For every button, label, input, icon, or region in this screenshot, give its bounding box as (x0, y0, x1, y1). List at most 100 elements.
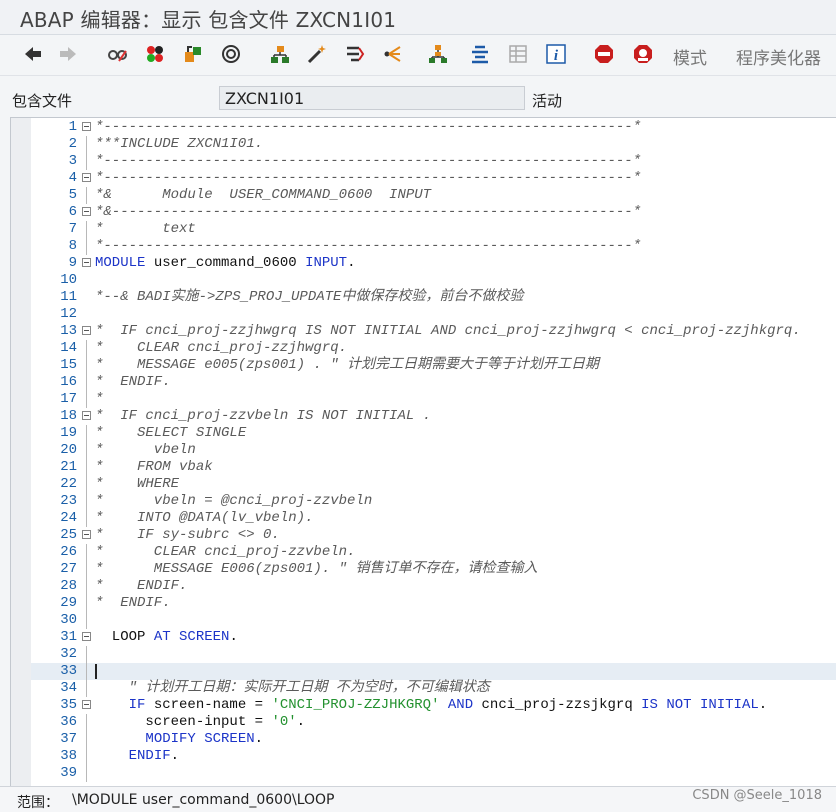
code-text: screen-input = '0'. (95, 714, 305, 731)
code-line[interactable]: 23 * vbeln = @cnci_proj-zzvbeln (31, 493, 836, 510)
fold-toggle-icon[interactable] (82, 530, 91, 539)
stop-breakpoint-icon[interactable] (591, 41, 617, 67)
fold-guide (86, 221, 87, 238)
code-text: *--& BADI实施->ZPS_PROJ_UPDATE中做保存校验，前台不做校… (95, 289, 523, 306)
code-line[interactable]: 25 * IF sy-subrc <> 0. (31, 527, 836, 544)
code-text: * (95, 391, 103, 408)
info-icon[interactable]: i (543, 41, 569, 67)
table-grid-icon[interactable] (505, 41, 531, 67)
fold-toggle-icon[interactable] (82, 122, 91, 131)
object-list-icon[interactable] (218, 41, 244, 67)
code-line[interactable]: 1 *--------------------------------------… (31, 119, 836, 136)
fold-guide (86, 187, 87, 204)
line-number: 16 (60, 374, 77, 390)
code-text: ENDIF. (95, 748, 179, 765)
code-line[interactable]: 33 (31, 663, 836, 680)
pretty-printer-button[interactable]: 程序美化器 (736, 44, 821, 69)
object-transfer-icon[interactable] (180, 41, 206, 67)
code-line[interactable]: 28 * ENDIF. (31, 578, 836, 595)
code-line[interactable]: 32 (31, 646, 836, 663)
glasses-display-change-icon[interactable] (104, 41, 130, 67)
fold-guide (86, 663, 87, 680)
window-title: ABAP 编辑器：显示 包含文件 ZXCN1I01 (20, 8, 397, 32)
fold-toggle-icon[interactable] (82, 411, 91, 420)
code-line[interactable]: 34 " 计划开工日期：实际开工日期 不为空时，不可编辑状态 (31, 680, 836, 697)
code-line[interactable]: 12 (31, 306, 836, 323)
code-line[interactable]: 11 *--& BADI实施->ZPS_PROJ_UPDATE中做保存校验，前台不… (31, 289, 836, 306)
fold-guide (86, 561, 87, 578)
code-line[interactable]: 31 LOOP AT SCREEN. (31, 629, 836, 646)
where-used-icon[interactable] (342, 41, 368, 67)
fold-toggle-icon[interactable] (82, 326, 91, 335)
code-text: * text (95, 221, 196, 238)
code-line[interactable]: 36 screen-input = '0'. (31, 714, 836, 731)
fold-toggle-icon[interactable] (82, 173, 91, 182)
org-chart-icon[interactable] (425, 41, 451, 67)
pretty-list-icon[interactable] (467, 41, 493, 67)
code-line[interactable]: 16 * ENDIF. (31, 374, 836, 391)
line-number: 22 (60, 476, 77, 492)
session-breakpoint-icon[interactable] (630, 41, 656, 67)
fold-toggle-icon[interactable] (82, 207, 91, 216)
code-line[interactable]: 30 (31, 612, 836, 629)
mode-button[interactable]: 模式 (673, 44, 707, 69)
code-line[interactable]: 22 * WHERE (31, 476, 836, 493)
line-number: 23 (60, 493, 77, 509)
code-line[interactable]: 19 * SELECT SINGLE (31, 425, 836, 442)
line-number: 5 (68, 187, 77, 203)
code-line[interactable]: 38 ENDIF. (31, 748, 836, 765)
code-line[interactable]: 14 * CLEAR cnci_proj-zzjhwgrq. (31, 340, 836, 357)
code-token: * ENDIF. (95, 374, 171, 390)
code-line[interactable]: 10 (31, 272, 836, 289)
code-line[interactable]: 7 * text (31, 221, 836, 238)
code-line[interactable]: 27 * MESSAGE E006(zps001). " 销售订单不存在，请检查输… (31, 561, 836, 578)
code-line[interactable]: 35 IF screen-name = 'CNCI_PROJ-ZZJHKGRQ'… (31, 697, 836, 714)
fold-guide (86, 612, 87, 629)
code-line[interactable]: 20 * vbeln (31, 442, 836, 459)
fold-toggle-icon[interactable] (82, 700, 91, 709)
code-line[interactable]: 18 * IF cnci_proj-zzvbeln IS NOT INITIAL … (31, 408, 836, 425)
code-token: * CLEAR cnci_proj-zzjhwgrq. (95, 340, 348, 356)
navigate-icon[interactable] (380, 41, 406, 67)
line-number: 1 (68, 119, 77, 135)
code-line[interactable]: 6 *&-------------------------------------… (31, 204, 836, 221)
magic-wand-icon[interactable] (304, 41, 330, 67)
code-line[interactable]: 29 * ENDIF. (31, 595, 836, 612)
code-line[interactable]: 4 *--------------------------------------… (31, 170, 836, 187)
fold-guide (86, 153, 87, 170)
code-text: MODIFY SCREEN. (95, 731, 263, 748)
back-arrow-icon[interactable] (20, 41, 46, 67)
code-editor[interactable]: 1 *--------------------------------------… (10, 117, 836, 786)
code-line[interactable]: 5 *& Module USER_COMMAND_0600 INPUT (31, 187, 836, 204)
fold-guide (86, 442, 87, 459)
code-line[interactable]: 37 MODIFY SCREEN. (31, 731, 836, 748)
code-line[interactable]: 26 * CLEAR cnci_proj-zzvbeln. (31, 544, 836, 561)
fold-toggle-icon[interactable] (82, 632, 91, 641)
code-line[interactable]: 13 * IF cnci_proj-zzjhwgrq IS NOT INITIAL… (31, 323, 836, 340)
code-line[interactable]: 15 * MESSAGE e005(zps001) . " 计划完工日期需要大于等… (31, 357, 836, 374)
code-line[interactable]: 39 (31, 765, 836, 782)
code-line[interactable]: 3 *--------------------------------------… (31, 153, 836, 170)
code-line[interactable]: 9 MODULE user_command_0600 INPUT. (31, 255, 836, 272)
code-line[interactable]: 2 ***INCLUDE ZXCN1I01. (31, 136, 836, 153)
activate-icon[interactable] (142, 41, 168, 67)
line-number: 7 (68, 221, 77, 237)
fold-guide (86, 374, 87, 391)
line-number: 30 (60, 612, 77, 628)
code-token: * vbeln (95, 442, 196, 458)
code-line[interactable]: 21 * FROM vbak (31, 459, 836, 476)
code-line[interactable]: 8 *--------------------------------------… (31, 238, 836, 255)
code-text: * ENDIF. (95, 595, 171, 612)
code-token: IF (128, 697, 146, 713)
code-line[interactable]: 24 * INTO @DATA(lv_vbeln). (31, 510, 836, 527)
forward-arrow-icon[interactable] (55, 41, 81, 67)
code-token: '0' (271, 714, 297, 730)
fold-toggle-icon[interactable] (82, 258, 91, 267)
code-text: * MESSAGE E006(zps001). " 销售订单不存在，请检查输入 (95, 561, 537, 578)
code-text: IF screen-name = 'CNCI_PROJ-ZZJHKGRQ' AN… (95, 697, 768, 714)
code-line[interactable]: 17 * (31, 391, 836, 408)
code-token: *&--------------------------------------… (95, 204, 642, 220)
code-text: MODULE user_command_0600 INPUT. (95, 255, 355, 272)
fold-guide (86, 136, 87, 153)
hierarchy-icon[interactable] (267, 41, 293, 67)
